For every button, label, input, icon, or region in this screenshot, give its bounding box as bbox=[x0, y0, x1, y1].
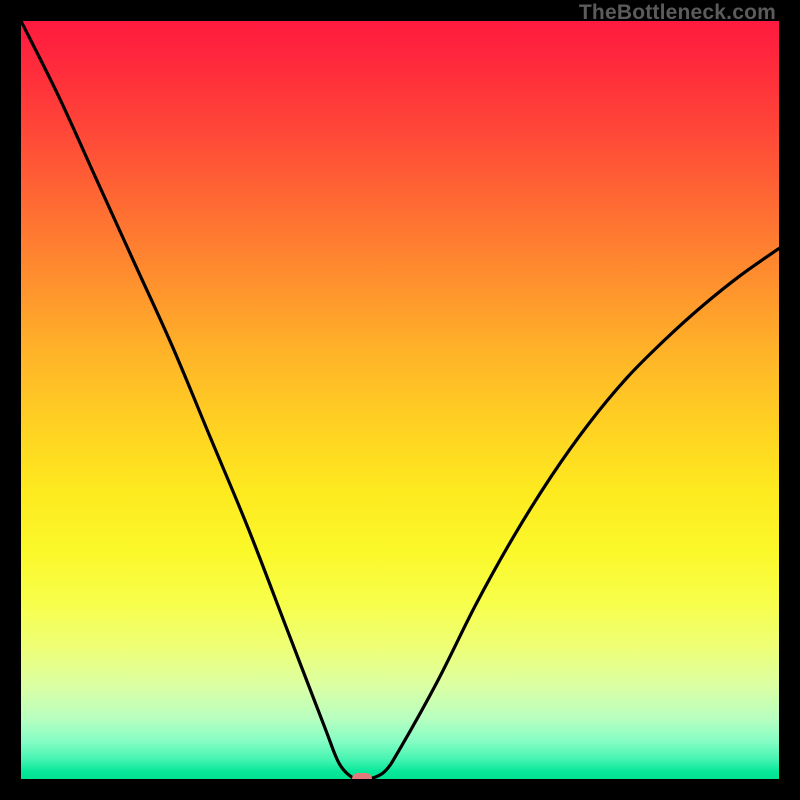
watermark-text: TheBottleneck.com bbox=[579, 1, 776, 25]
background-gradient bbox=[21, 21, 779, 779]
optimal-point-marker bbox=[352, 773, 372, 779]
plot-area bbox=[21, 21, 779, 779]
chart-frame: TheBottleneck.com bbox=[0, 0, 800, 800]
